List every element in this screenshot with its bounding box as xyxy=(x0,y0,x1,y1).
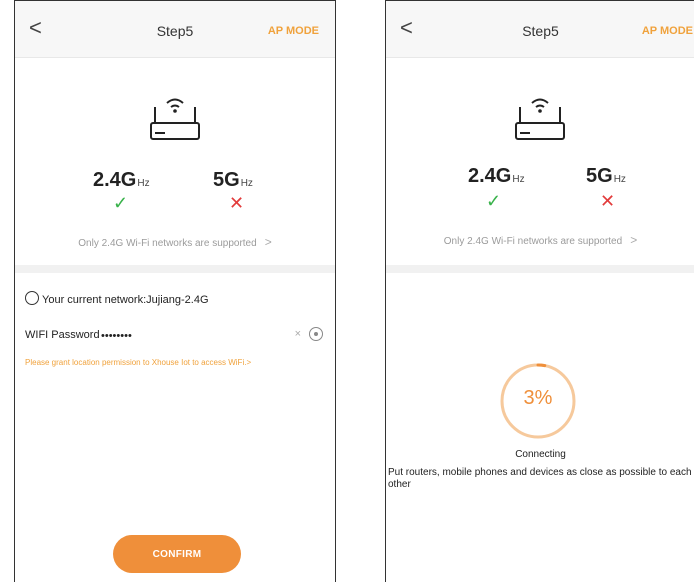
ap-mode-button[interactable]: AP MODE xyxy=(642,25,693,37)
current-network: Your current network:Jujiang-2.4G xyxy=(25,291,209,306)
band-5ghz-value: 5G xyxy=(586,165,613,187)
router-icon xyxy=(515,98,565,140)
clear-icon[interactable]: × xyxy=(295,328,301,340)
wifi-icon xyxy=(25,291,39,305)
chevron-right-icon: > xyxy=(264,235,272,249)
band-24ghz-value: 2.4G xyxy=(468,165,512,187)
step5-connecting-screen: < Step5 AP MODE 2.4GHz 5GHz ✓ ✕ Only 2.4… xyxy=(385,0,694,582)
ap-mode-button[interactable]: AP MODE xyxy=(268,25,319,37)
band-24ghz: 2.4GHz xyxy=(468,165,525,188)
support-note-text: Only 2.4G Wi-Fi networks are supported xyxy=(78,238,257,249)
band-5ghz: 5GHz xyxy=(586,165,626,188)
section-divider xyxy=(15,265,335,273)
eye-icon[interactable] xyxy=(309,327,323,341)
support-note[interactable]: Only 2.4G Wi-Fi networks are supported > xyxy=(386,233,694,247)
step5-password-screen: < Step5 AP MODE 2.4GHz 5GHz ✓ ✕ Only 2.4… xyxy=(14,0,336,582)
check-icon: ✓ xyxy=(113,193,129,213)
current-network-label: Your current network:Jujiang-2.4G xyxy=(42,294,209,306)
chevron-right-icon: > xyxy=(630,233,638,247)
connecting-status: Connecting xyxy=(515,449,566,460)
cross-icon: ✕ xyxy=(600,191,616,211)
band-24ghz-value: 2.4G xyxy=(93,169,137,191)
band-5ghz-value: 5G xyxy=(213,169,240,191)
section-divider xyxy=(386,265,694,273)
band-5ghz-unit: Hz xyxy=(240,178,253,189)
band-24ghz-unit: Hz xyxy=(137,178,150,189)
cross-icon: ✕ xyxy=(229,193,245,213)
router-icon xyxy=(150,98,200,140)
band-5ghz-unit: Hz xyxy=(613,174,626,185)
band-24ghz-unit: Hz xyxy=(512,174,525,185)
top-bar: < Step5 AP MODE xyxy=(15,1,335,58)
band-24ghz: 2.4GHz xyxy=(93,169,150,192)
support-note[interactable]: Only 2.4G Wi-Fi networks are supported > xyxy=(15,235,335,249)
permission-link[interactable]: Please grant location permission to Xhou… xyxy=(25,358,251,367)
top-bar: < Step5 AP MODE xyxy=(386,1,694,58)
band-5ghz: 5GHz xyxy=(213,169,253,192)
support-note-text: Only 2.4G Wi-Fi networks are supported xyxy=(443,236,623,247)
confirm-button[interactable]: CONFIRM xyxy=(113,535,241,573)
password-field[interactable] xyxy=(101,327,281,345)
password-label: WIFI Password xyxy=(25,329,100,341)
placement-hint: Put routers, mobile phones and devices a… xyxy=(388,467,692,490)
progress-percent: 3% xyxy=(523,387,553,409)
check-icon: ✓ xyxy=(486,191,502,211)
password-row: WIFI Password × xyxy=(25,327,325,347)
